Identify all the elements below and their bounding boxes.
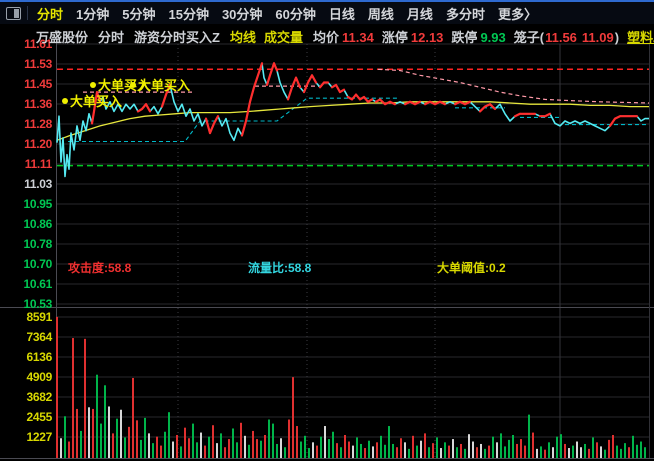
price-axis-label: 11.28: [24, 117, 52, 131]
price-axis-label: 10.70: [23, 257, 52, 271]
price-axis-label: 10.78: [23, 237, 52, 251]
buy-dot-icon: [130, 81, 136, 88]
volume-axis-label: 6136: [26, 350, 53, 364]
volume-axis-label: 8591: [26, 310, 53, 324]
indicator-label: 流量比:58.8: [248, 261, 312, 275]
title-segment: ): [614, 30, 620, 45]
buy-annotation-text: 大单买入: [138, 78, 191, 93]
volume-axis-label: 3682: [26, 390, 53, 404]
price-axis-label: 10.95: [23, 197, 52, 211]
title-segment: 9.93: [480, 30, 506, 45]
price-axis-label: 10.86: [23, 217, 52, 231]
buy-dot-icon: [62, 97, 68, 104]
title-segment: 分时: [98, 30, 125, 45]
title-segment: 跌停: [451, 30, 478, 45]
indicator-label: 大单阈值:0.2: [437, 261, 506, 275]
title-segment: 涨停: [381, 30, 408, 45]
title-segment: 12.13: [410, 30, 444, 45]
price-axis-label: 11.36: [24, 97, 52, 111]
chart-title-bar: 万盛股份 分时 游资分时买入Z 均线 成交量 均价 11.34 涨停 12.13 跌停 9.93 笼子…: [36, 27, 654, 46]
title-segment: 均价: [313, 30, 340, 45]
title-segment: 成交量: [264, 30, 304, 45]
title-segment: 11.34: [342, 30, 374, 45]
volume-axis-label: 4909: [26, 370, 53, 384]
buy-dot-icon: [90, 81, 96, 88]
title-segment: 游资分时买入Z: [134, 30, 220, 45]
buy-annotation-text: 大单买入: [70, 94, 123, 109]
stock-app-window: 分时 1分钟 5分钟 15分钟 30分钟 60分钟 日线 周线 月线 多分时 更多〉 万盛股份 分时游…: [0, 0, 654, 461]
title-segment: 笼子(: [513, 30, 545, 45]
volume-axis-label: 1227: [26, 430, 53, 444]
price-axis-label: 11.11: [24, 157, 53, 171]
big-order-buy-marker: 大单买入: [130, 75, 190, 94]
price-axis-label: 11.20: [24, 137, 52, 151]
volume-axis-label: 7364: [26, 330, 53, 344]
price-axis-label: 10.53: [23, 297, 52, 311]
volume-axis-label: 2455: [26, 410, 53, 424]
chart-canvas[interactable]: [0, 0, 654, 461]
title-segment: 11.56: [545, 30, 577, 45]
title-segment: 11.09: [581, 30, 614, 45]
big-order-buy-marker: 大单买入: [62, 91, 122, 110]
price-axis-label: 11.53: [24, 57, 52, 71]
sector-link[interactable]: 塑料助剂: [627, 27, 654, 46]
price-axis-label: 10.61: [23, 277, 52, 291]
indicator-label: 攻击度:58.8: [68, 261, 132, 275]
title-segment: 均线: [229, 30, 256, 45]
title-segment: 万盛股份: [36, 30, 89, 45]
price-axis-label: 11.45: [24, 77, 52, 91]
price-axis-label: 11.03: [24, 177, 52, 191]
